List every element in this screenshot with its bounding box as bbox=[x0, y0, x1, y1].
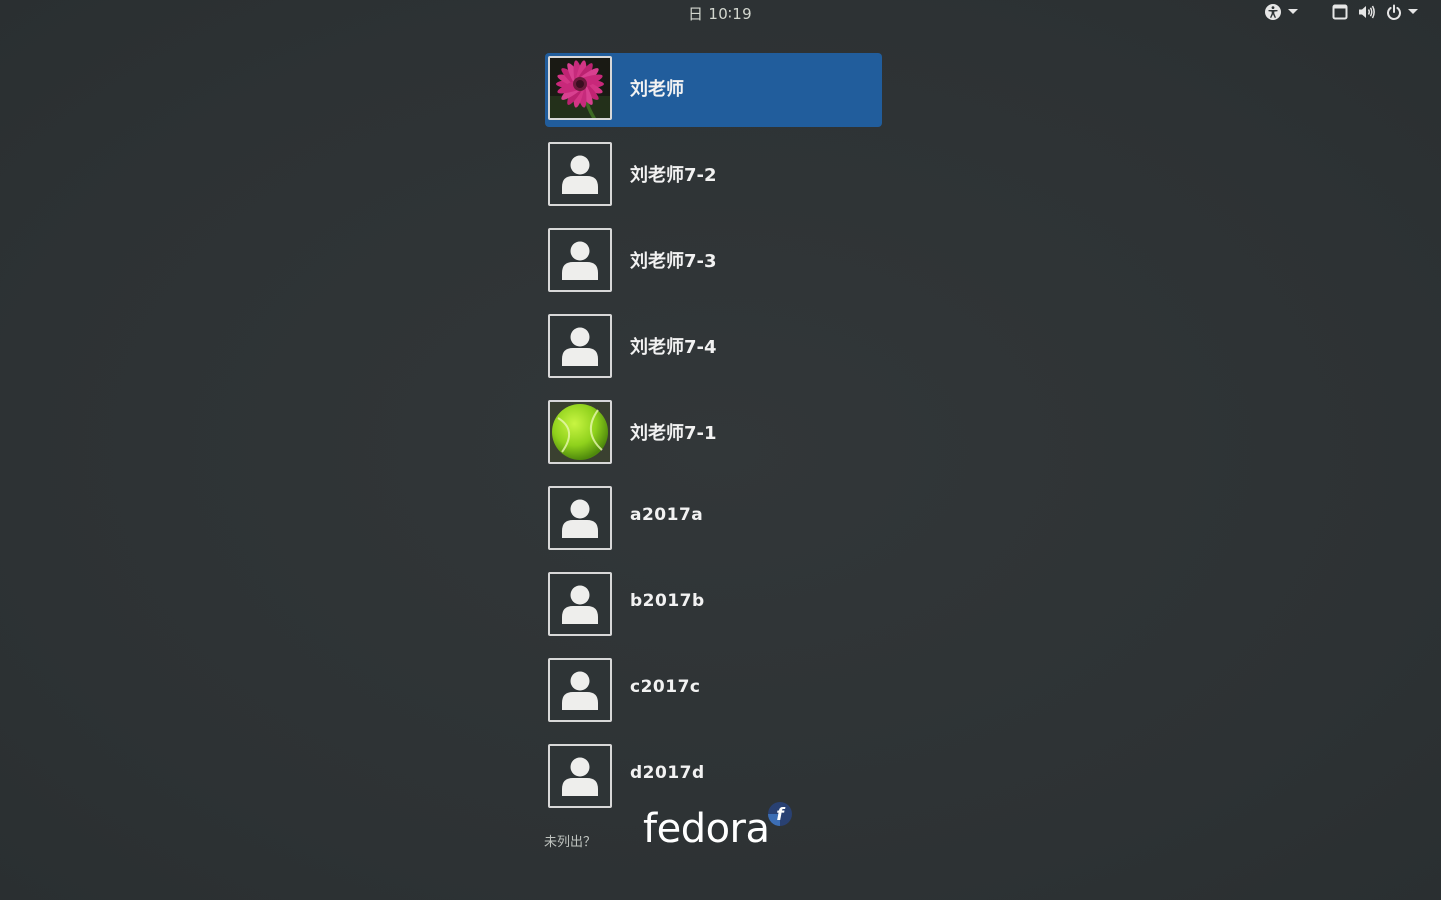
user-name: c2017c bbox=[630, 677, 701, 697]
user-list: 刘老师 刘老师7-2 刘老师7-3 刘老师7-4 刘老师7-1 a2017a b… bbox=[545, 53, 882, 827]
user-item[interactable]: 刘老师 bbox=[545, 53, 882, 127]
default-avatar-icon bbox=[548, 228, 612, 292]
user-name: 刘老师7-1 bbox=[630, 423, 717, 444]
fedora-infinity-icon: f bbox=[767, 801, 793, 831]
user-item[interactable]: 刘老师7-4 bbox=[545, 311, 882, 385]
power-icon bbox=[1386, 4, 1402, 20]
user-item[interactable]: d2017d bbox=[545, 741, 882, 815]
default-avatar-icon bbox=[548, 744, 612, 808]
user-name: d2017d bbox=[630, 763, 705, 783]
user-item[interactable]: 刘老师7-2 bbox=[545, 139, 882, 213]
accessibility-menu[interactable] bbox=[1264, 2, 1298, 22]
accessibility-icon bbox=[1264, 3, 1282, 21]
user-name: b2017b bbox=[630, 591, 705, 611]
user-name: 刘老师7-2 bbox=[630, 165, 717, 186]
user-item[interactable]: b2017b bbox=[545, 569, 882, 643]
volume-icon bbox=[1358, 4, 1376, 20]
clock[interactable]: 日 10∶19 bbox=[688, 3, 752, 24]
display-icon bbox=[1332, 4, 1348, 20]
chevron-down-icon bbox=[1288, 9, 1298, 15]
tennis-ball-avatar bbox=[548, 400, 612, 464]
user-name: a2017a bbox=[630, 505, 704, 525]
default-avatar-icon bbox=[548, 142, 612, 206]
default-avatar-icon bbox=[548, 658, 612, 722]
user-item[interactable]: 刘老师7-1 bbox=[545, 397, 882, 471]
flower-avatar bbox=[548, 56, 612, 120]
default-avatar-icon bbox=[548, 486, 612, 550]
user-name: 刘老师7-3 bbox=[630, 251, 717, 272]
chevron-down-icon bbox=[1408, 9, 1418, 15]
fedora-logo-text: fedora bbox=[643, 806, 770, 852]
not-listed-link[interactable]: 未列出？ bbox=[544, 831, 596, 850]
user-name: 刘老师 bbox=[630, 79, 684, 100]
user-name: 刘老师7-4 bbox=[630, 337, 717, 358]
default-avatar-icon bbox=[548, 314, 612, 378]
system-menu[interactable] bbox=[1332, 2, 1418, 22]
top-bar: 日 10∶19 bbox=[0, 0, 1441, 26]
user-item[interactable]: 刘老师7-3 bbox=[545, 225, 882, 299]
default-avatar-icon bbox=[548, 572, 612, 636]
user-item[interactable]: a2017a bbox=[545, 483, 882, 557]
user-item[interactable]: c2017c bbox=[545, 655, 882, 729]
